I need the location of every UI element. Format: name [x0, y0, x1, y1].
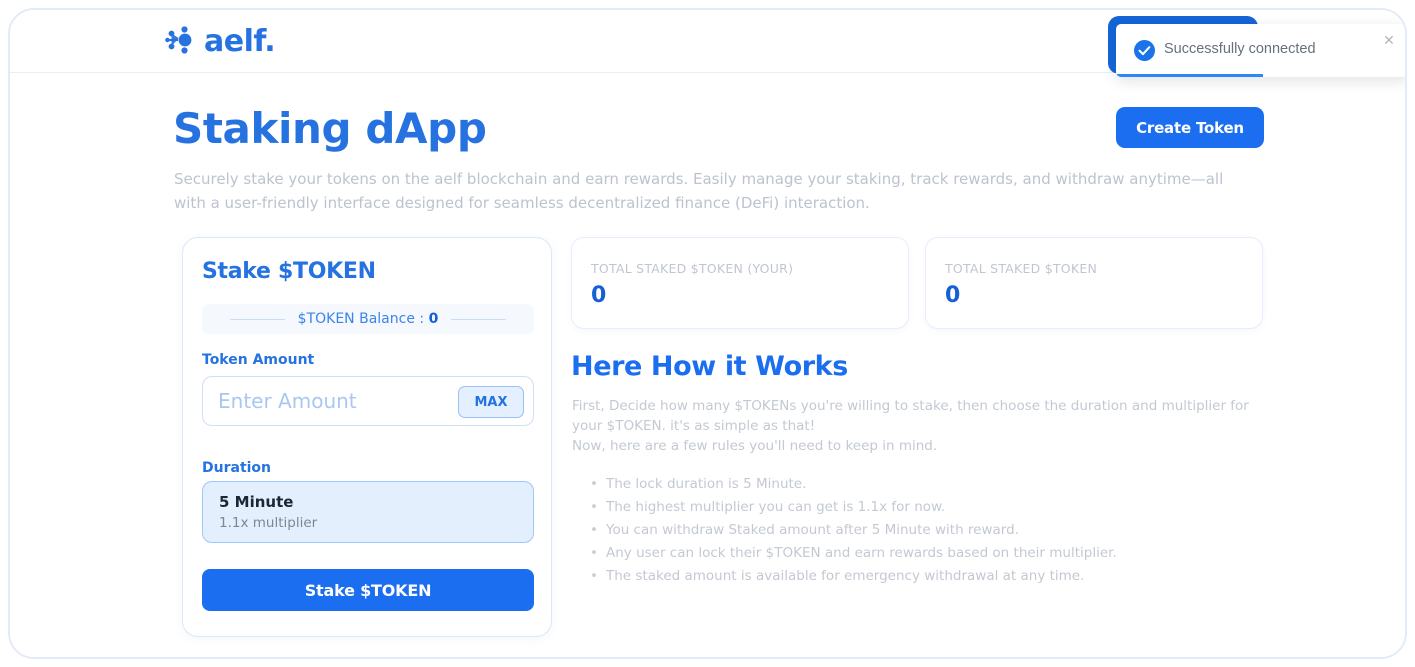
token-balance-row: $TOKEN Balance : 0	[202, 304, 534, 334]
check-circle-icon	[1134, 40, 1155, 61]
stake-submit-button[interactable]: Stake $TOKEN	[202, 569, 534, 611]
duration-label: Duration	[202, 460, 272, 476]
page-subtitle: Securely stake your tokens on the aelf b…	[174, 170, 1224, 212]
how-it-works-rules: The lock duration is 5 Minute. The highes…	[588, 475, 1268, 590]
close-icon[interactable]: ✕	[1378, 29, 1400, 51]
token-amount-input[interactable]	[218, 377, 468, 425]
duration-option-title: 5 Minute	[219, 493, 294, 511]
rule-list-item: Any user can lock their $TOKEN and earn …	[588, 544, 1268, 564]
stake-card: Stake $TOKEN $TOKEN Balance : 0 Token Am…	[182, 237, 552, 637]
token-balance-label: $TOKEN Balance :	[297, 311, 429, 327]
rule-list-item: The staked amount is available for emerg…	[588, 567, 1268, 587]
duration-option-multiplier: 1.1x multiplier	[219, 515, 318, 531]
aelf-network-dots-icon	[165, 25, 197, 59]
toast-notification: Successfully connected ✕	[1116, 24, 1405, 77]
how-it-works-title: Here How it Works	[571, 351, 848, 382]
page-title: Staking dApp	[173, 104, 487, 153]
toast-progress-bar	[1116, 74, 1405, 77]
toast-progress-fill	[1116, 74, 1263, 77]
stat-card-total-staked: TOTAL STAKED $TOKEN 0	[925, 237, 1263, 329]
token-amount-label: Token Amount	[202, 352, 315, 368]
brand-logo[interactable]: aelf.	[165, 24, 276, 60]
token-amount-field: MAX	[202, 376, 534, 426]
page-content: Staking dApp Create Token Securely stake…	[10, 73, 1405, 657]
rule-list-item: The highest multiplier you can get is 1.…	[588, 498, 1268, 518]
max-button[interactable]: MAX	[458, 386, 524, 418]
token-balance-value: 0	[428, 311, 439, 327]
stat-card-label: TOTAL STAKED $TOKEN (YOUR)	[591, 261, 794, 276]
stat-card-value: 0	[945, 283, 961, 308]
stat-card-value: 0	[591, 283, 607, 308]
toast-message: Successfully connected	[1164, 41, 1316, 57]
divider-right	[451, 318, 507, 320]
token-balance-text: $TOKEN Balance : 0	[298, 311, 439, 327]
stat-card-your-staked: TOTAL STAKED $TOKEN (YOUR) 0	[571, 237, 909, 329]
app-window: aelf. Successfully connected ✕ Staking d…	[8, 8, 1407, 659]
duration-option-5-minute[interactable]: 5 Minute 1.1x multiplier	[202, 481, 534, 543]
stake-card-title: Stake $TOKEN	[202, 259, 376, 284]
rule-list-item: The lock duration is 5 Minute.	[588, 475, 1268, 495]
rule-list-item: You can withdraw Staked amount after 5 M…	[588, 521, 1268, 541]
divider-left	[229, 318, 285, 320]
how-it-works-paragraph: First, Decide how many $TOKENs you're wi…	[572, 398, 1249, 454]
brand-wordmark: aelf.	[204, 24, 276, 59]
create-token-button[interactable]: Create Token	[1116, 107, 1264, 148]
stat-card-label: TOTAL STAKED $TOKEN	[945, 261, 1098, 276]
